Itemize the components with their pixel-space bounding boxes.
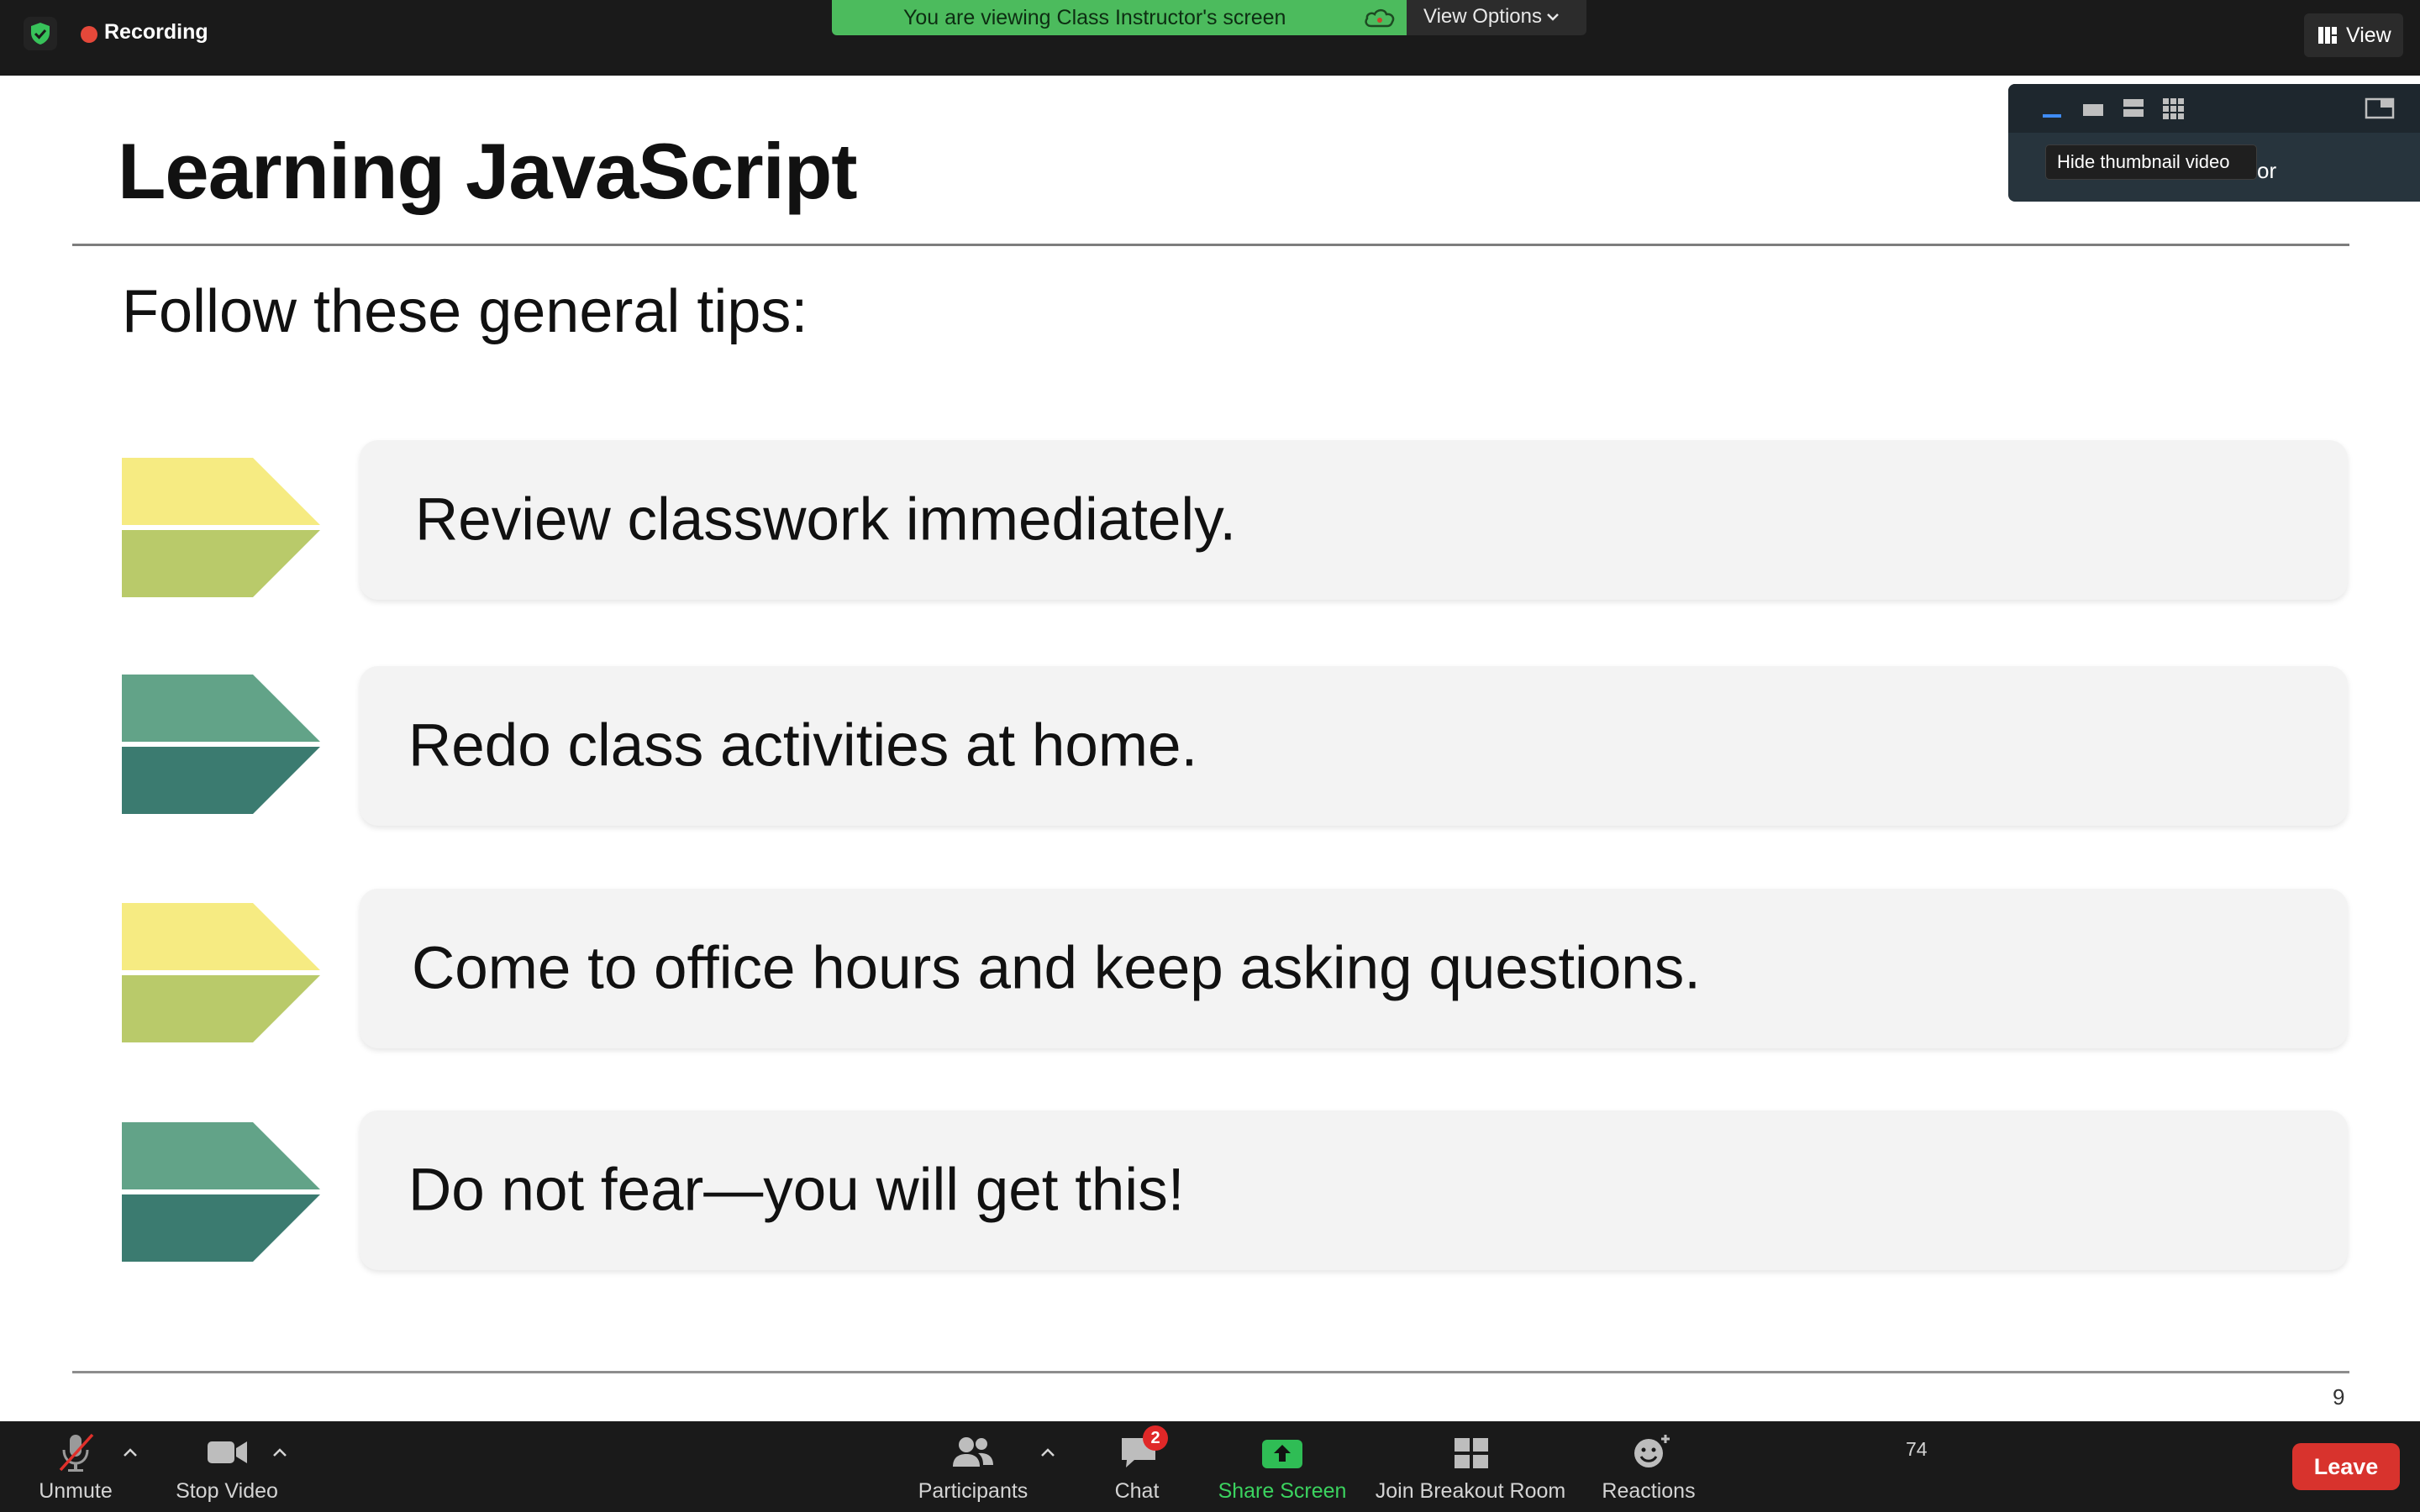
chat-unread-badge: 2 xyxy=(1143,1425,1168,1451)
chevron-top xyxy=(122,675,320,742)
participants-caret-icon[interactable] xyxy=(1039,1446,1057,1458)
hide-thumbnail-icon[interactable] xyxy=(2040,94,2065,123)
audio-options-caret-icon[interactable] xyxy=(121,1446,139,1458)
slide-page-number: 9 xyxy=(2333,1384,2345,1410)
participants-button[interactable]: 74 Participants xyxy=(908,1421,1928,1512)
video-options-caret-icon[interactable] xyxy=(271,1446,289,1458)
chat-unread-count: 2 xyxy=(1150,1429,1160,1447)
tip-text: Do not fear—you will get this! xyxy=(408,1157,1185,1224)
share-screen-label: Share Screen xyxy=(1218,1479,1347,1503)
slide-divider-top xyxy=(72,244,2349,246)
yellow-chevron-icon xyxy=(122,903,320,1042)
shared-slide: Learning JavaScript Follow these general… xyxy=(0,76,2420,1421)
cloud-icon xyxy=(1365,8,1395,28)
view-options-button[interactable]: View Options xyxy=(1407,0,1586,35)
participants-icon xyxy=(953,1437,993,1467)
share-screen-icon xyxy=(1262,1440,1302,1468)
chevron-top xyxy=(122,903,320,970)
join-breakout-room-label: Join Breakout Room xyxy=(1375,1479,1566,1503)
stop-video-button[interactable]: Stop Video xyxy=(168,1421,286,1512)
tip-text: Redo class activities at home. xyxy=(408,712,1198,780)
gallery-thumbnail-icon[interactable] xyxy=(2161,94,2186,123)
tip-box: Come to office hours and keep asking que… xyxy=(360,889,2348,1048)
join-breakout-room-button[interactable]: Join Breakout Room xyxy=(1370,1421,1571,1512)
recording-dot-icon xyxy=(81,26,97,43)
viewing-screen-text: You are viewing Class Instructor's scree… xyxy=(903,6,1286,29)
thumbnail-video-panel: or xyxy=(2008,84,2420,202)
leave-label: Leave xyxy=(2313,1454,2379,1479)
minimize-panel-icon[interactable] xyxy=(2365,94,2395,123)
unmute-button[interactable]: Unmute xyxy=(25,1421,126,1512)
slide-subtitle: Follow these general tips: xyxy=(122,278,808,345)
stacked-thumbnail-icon[interactable] xyxy=(2121,94,2146,123)
chevron-bottom xyxy=(122,530,320,597)
tip-box: Do not fear—you will get this! xyxy=(360,1110,2348,1270)
leave-button[interactable]: Leave xyxy=(2292,1443,2400,1490)
thumbnail-toolbar xyxy=(2008,84,2420,133)
view-options-label: View Options xyxy=(1423,5,1542,28)
microphone-muted-icon xyxy=(59,1433,94,1472)
reactions-label: Reactions xyxy=(1602,1479,1696,1503)
stop-video-label: Stop Video xyxy=(176,1479,278,1503)
meeting-toolbar: Unmute Stop Video 74 Participants Chat S… xyxy=(0,1421,2420,1512)
reactions-button[interactable]: Reactions xyxy=(1597,1421,1706,1512)
gallery-grid-icon xyxy=(2318,27,2337,44)
teal-chevron-icon xyxy=(122,675,320,814)
thumbnail-participant-name: or xyxy=(2257,158,2277,183)
tooltip: Hide thumbnail video xyxy=(2045,144,2257,180)
breakout-room-icon xyxy=(1455,1438,1488,1468)
chevron-top xyxy=(122,458,320,525)
video-camera-icon xyxy=(208,1441,247,1463)
tip-text: Review classwork immediately. xyxy=(415,486,1237,554)
hide-thumbnail-bar xyxy=(2043,114,2061,118)
tip-box: Redo class activities at home. xyxy=(360,666,2348,826)
chevron-bottom xyxy=(122,747,320,814)
speaker-thumbnail-icon[interactable] xyxy=(2081,94,2106,123)
participants-count: 74 xyxy=(1906,1438,1928,1460)
tooltip-text: Hide thumbnail video xyxy=(2057,151,2230,172)
teal-chevron-icon xyxy=(122,1122,320,1262)
security-shield-icon[interactable] xyxy=(24,17,57,50)
slide-title: Learning JavaScript xyxy=(118,127,858,215)
chat-button[interactable]: Chat xyxy=(1092,1421,1185,1512)
view-button[interactable]: View xyxy=(2304,13,2403,57)
yellow-chevron-icon xyxy=(122,458,320,597)
view-button-label: View xyxy=(2346,24,2391,47)
viewing-screen-banner: You are viewing Class Instructor's scree… xyxy=(832,0,1407,35)
chevron-bottom xyxy=(122,1194,320,1262)
top-bar: Recording You are viewing Class Instruct… xyxy=(0,0,2420,76)
reactions-smiley-icon xyxy=(1634,1435,1670,1467)
tip-text: Come to office hours and keep asking que… xyxy=(412,935,1702,1002)
chevron-bottom xyxy=(122,975,320,1042)
unmute-label: Unmute xyxy=(39,1479,113,1503)
slide-divider-bottom xyxy=(72,1371,2349,1373)
chevron-top xyxy=(122,1122,320,1189)
chevron-down-icon xyxy=(1547,13,1559,21)
recording-label: Recording xyxy=(104,20,208,44)
participants-label: Participants xyxy=(918,1479,1028,1503)
share-screen-button[interactable]: Share Screen xyxy=(1210,1421,1353,1512)
chat-label: Chat xyxy=(1114,1479,1160,1503)
tip-box: Review classwork immediately. xyxy=(360,440,2348,600)
